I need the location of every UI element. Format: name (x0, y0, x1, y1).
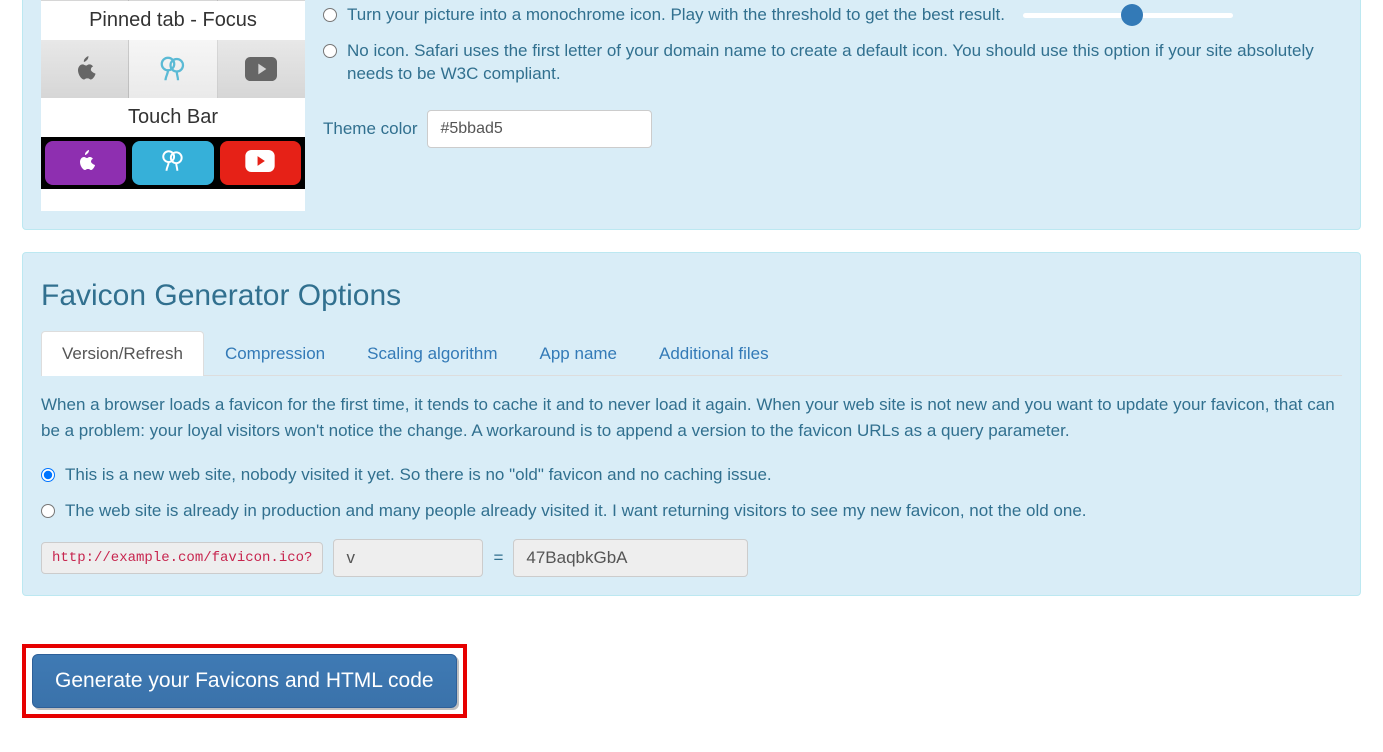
touchbar-tile-balloons (132, 141, 213, 185)
tab-compression[interactable]: Compression (204, 331, 346, 376)
equals-sign: = (493, 548, 503, 568)
theme-color-input[interactable] (427, 110, 652, 148)
safari-pinned-tab-panel: Pinned tab - Focus Touch Bar Use a silho… (22, 0, 1361, 230)
apple-icon (74, 149, 98, 178)
version-param-value-input[interactable] (513, 539, 748, 577)
version-url-row: http://example.com/favicon.ico? = (41, 539, 1342, 577)
balloons-icon (158, 54, 188, 84)
preview-cell-apple (41, 40, 129, 98)
preview-cell-apple (41, 0, 129, 1)
youtube-icon (244, 57, 278, 81)
radio-new-site[interactable] (41, 468, 55, 482)
generate-button-highlight: Generate your Favicons and HTML code (22, 644, 467, 718)
tab-app-name[interactable]: App name (519, 331, 639, 376)
favicon-generator-options-panel: Favicon Generator Options Version/Refres… (22, 252, 1361, 596)
tab-scaling[interactable]: Scaling algorithm (346, 331, 518, 376)
preview-cell-youtube (218, 40, 305, 98)
threshold-slider[interactable] (1023, 13, 1233, 18)
tab-additional-files[interactable]: Additional files (638, 331, 790, 376)
options-title: Favicon Generator Options (41, 279, 1342, 313)
preview-pinned-focus-row (41, 40, 305, 98)
radio-monochrome-label: Turn your picture into a monochrome icon… (347, 3, 1005, 27)
options-tabs: Version/Refresh Compression Scaling algo… (41, 331, 1342, 376)
balloons-icon (160, 148, 186, 179)
radio-monochrome[interactable] (323, 8, 337, 22)
mask-options-column: Use a silhouette of the original image. … (323, 0, 1342, 211)
preview-column: Pinned tab - Focus Touch Bar (23, 0, 323, 211)
preview-touchbar-row (41, 137, 305, 189)
apple-icon (71, 55, 99, 83)
preview-label-touchbar: Touch Bar (41, 98, 305, 137)
generate-button[interactable]: Generate your Favicons and HTML code (32, 654, 457, 708)
theme-color-label: Theme color (323, 119, 417, 139)
touchbar-tile-apple (45, 141, 126, 185)
radio-option-monochrome[interactable]: Turn your picture into a monochrome icon… (323, 0, 1342, 33)
radio-none-label: No icon. Safari uses the first letter of… (347, 39, 1342, 87)
touchbar-tile-youtube (220, 141, 301, 185)
radio-production-site-label: The web site is already in production an… (65, 499, 1087, 523)
preview-pinned-tab-row (41, 0, 305, 1)
threshold-slider-wrap (1023, 3, 1233, 27)
version-param-name-input[interactable] (333, 539, 483, 577)
radio-production-site[interactable] (41, 504, 55, 518)
radio-none[interactable] (323, 44, 337, 58)
radio-new-site-label: This is a new web site, nobody visited i… (65, 463, 772, 487)
preview-label-pinned-focus: Pinned tab - Focus (41, 1, 305, 40)
radio-option-new-site[interactable]: This is a new web site, nobody visited i… (41, 457, 1342, 493)
options-description: When a browser loads a favicon for the f… (41, 392, 1342, 443)
tab-version-refresh[interactable]: Version/Refresh (41, 331, 204, 376)
version-url-prefix: http://example.com/favicon.ico? (41, 542, 323, 574)
theme-color-row: Theme color (323, 110, 1342, 148)
preview-spacer (41, 189, 305, 211)
radio-option-production-site[interactable]: The web site is already in production an… (41, 493, 1342, 529)
preview-cell-balloons-focus (129, 40, 217, 98)
preview-cell-balloons (129, 0, 217, 1)
youtube-icon (245, 150, 275, 177)
radio-option-none[interactable]: No icon. Safari uses the first letter of… (323, 33, 1342, 93)
preview-cell-youtube (218, 0, 305, 1)
